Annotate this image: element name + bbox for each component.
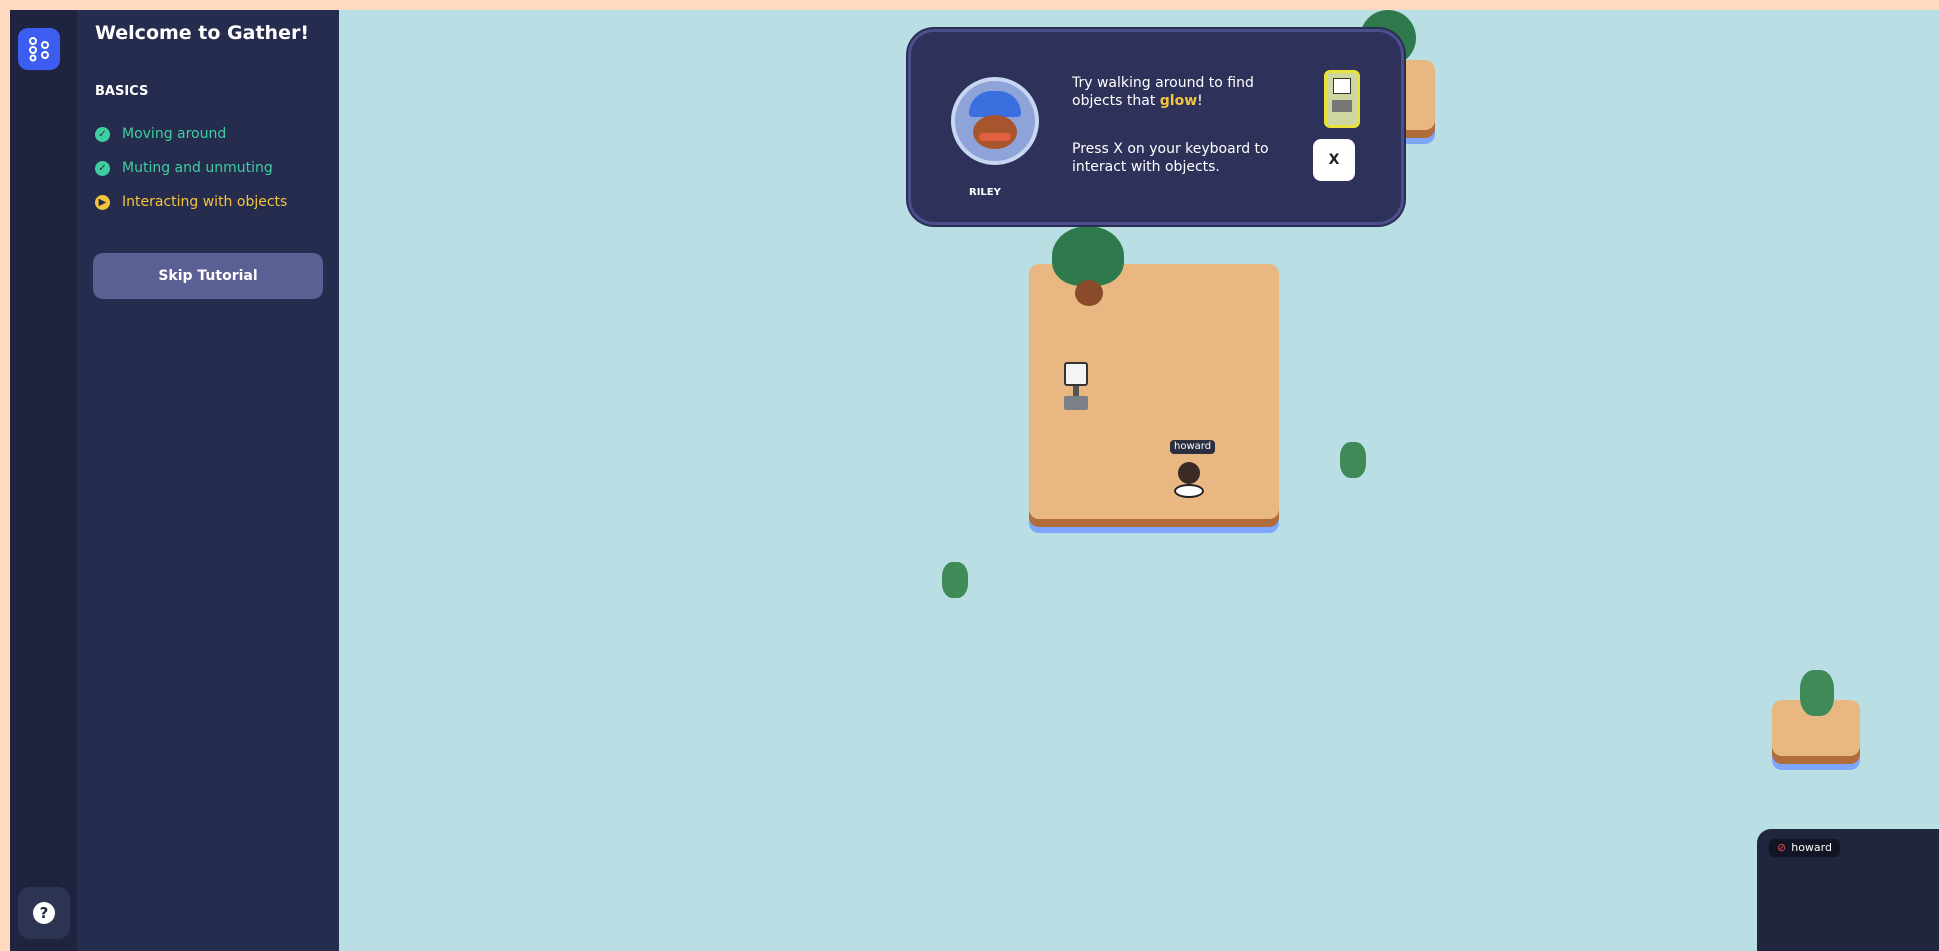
- tip-line-1: Try walking around to find objects that …: [1072, 74, 1282, 110]
- participant-name: howard: [1791, 841, 1832, 854]
- skip-tutorial-button[interactable]: Skip Tutorial: [93, 253, 323, 299]
- video-tile[interactable]: ⊘ howard: [1757, 829, 1939, 951]
- question-mark-icon: ?: [33, 902, 55, 924]
- step-interacting: ▶ Interacting with objects: [95, 191, 287, 213]
- step-muting: ✓ Muting and unmuting: [95, 157, 273, 179]
- check-icon: ✓: [95, 126, 110, 142]
- network-dots-icon: [29, 37, 49, 62]
- glowing-sign-icon: [1324, 70, 1360, 128]
- help-button[interactable]: ?: [18, 887, 70, 939]
- step-label: Interacting with objects: [122, 194, 288, 210]
- riley-avatar: [951, 77, 1039, 165]
- x-key-icon: X: [1313, 139, 1355, 181]
- gather-logo-icon[interactable]: [18, 28, 60, 70]
- tip-text: !: [1197, 93, 1203, 109]
- participant-tag: ⊘ howard: [1769, 839, 1840, 857]
- step-label: Muting and unmuting: [122, 160, 273, 176]
- sign-object[interactable]: [1064, 362, 1088, 414]
- play-icon: ▶: [95, 194, 110, 210]
- game-frame: howard ? Welcome to Gather! BASICS ✓ Mov…: [10, 10, 1939, 951]
- palm-tree: [1052, 226, 1124, 286]
- palm-pot: [1075, 280, 1103, 306]
- icon-rail: ?: [10, 10, 77, 951]
- plant: [1340, 442, 1366, 478]
- plant: [942, 562, 968, 598]
- tutorial-panel: Welcome to Gather! BASICS ✓ Moving aroun…: [77, 10, 339, 951]
- glow-word: glow: [1159, 93, 1198, 109]
- step-label: Moving around: [122, 126, 227, 142]
- tutorial-tip-card: RILEY Try walking around to find objects…: [908, 29, 1404, 225]
- plant: [1800, 670, 1834, 716]
- player-avatar[interactable]: [1174, 462, 1204, 502]
- section-heading: BASICS: [95, 84, 149, 99]
- tip-line-2: Press X on your keyboard to interact wit…: [1072, 141, 1269, 175]
- speaker-name: RILEY: [969, 187, 1001, 198]
- player-name-tag: howard: [1170, 440, 1216, 454]
- mic-muted-icon: ⊘: [1777, 841, 1787, 854]
- tutorial-title: Welcome to Gather!: [95, 22, 309, 44]
- step-moving-around: ✓ Moving around: [95, 123, 226, 145]
- check-icon: ✓: [95, 160, 110, 176]
